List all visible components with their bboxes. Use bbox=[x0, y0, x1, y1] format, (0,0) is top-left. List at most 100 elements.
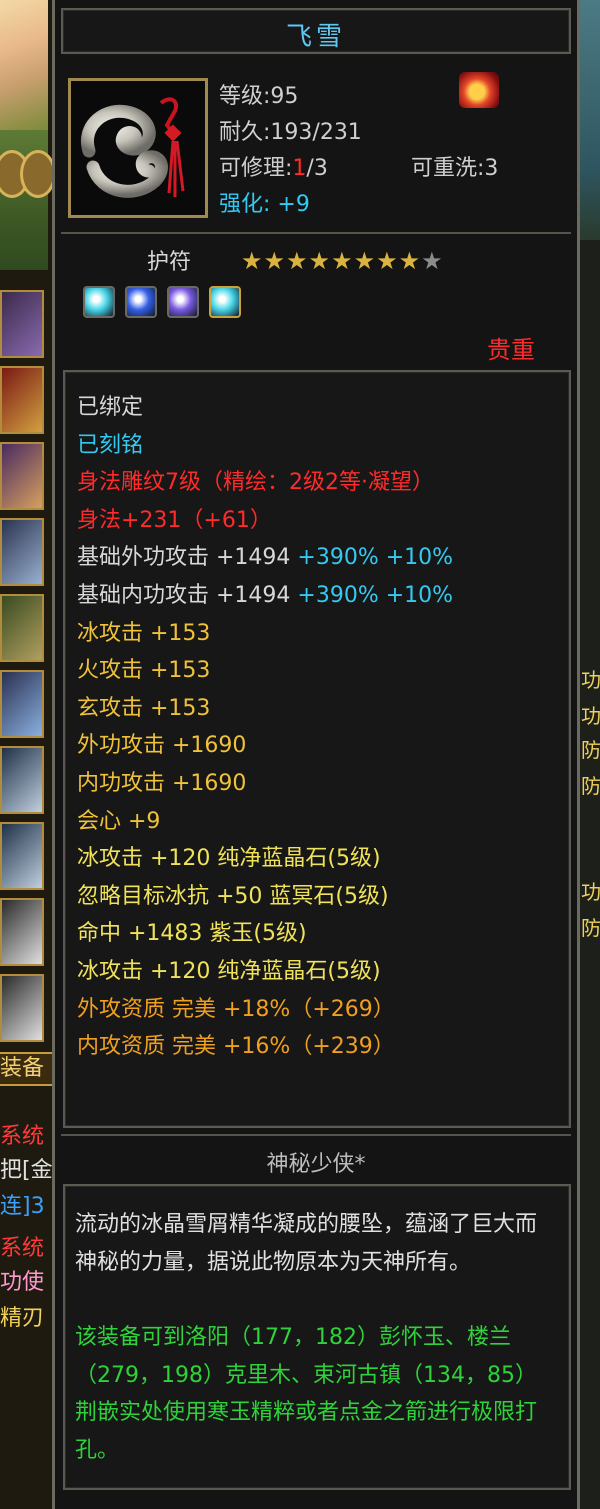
repair-max: /3 bbox=[306, 156, 328, 181]
attribute-line: 会心 +9 bbox=[77, 808, 160, 836]
quality-label: 贵重 bbox=[487, 336, 535, 364]
item-rewash: 可重洗:3 bbox=[411, 156, 499, 181]
attribute-panel: 已绑定已刻铭身法雕纹7级（精绘：2级2等·凝望） 身法+231（+61） 基础外功攻… bbox=[63, 370, 571, 1128]
repair-label: 可修理: bbox=[219, 156, 293, 181]
title-bar: 飞雪 bbox=[61, 8, 571, 54]
repair-current: 1 bbox=[292, 156, 307, 181]
attribute-line: 已刻铭 bbox=[77, 432, 143, 460]
jade-pendant-icon bbox=[81, 97, 185, 198]
attribute-line: 冰攻击 +120 纯净蓝晶石(5级) bbox=[77, 958, 381, 986]
right-fragment: 功 bbox=[581, 668, 600, 692]
equip-slot-ring[interactable] bbox=[0, 746, 44, 814]
description-title: 神秘少侠* bbox=[266, 1152, 366, 1177]
star-icon: ★ bbox=[376, 247, 399, 275]
attribute-line: 身法+231（+61） bbox=[77, 507, 272, 535]
right-scenery bbox=[580, 0, 600, 240]
attribute-line: 命中 +1483 紫玉(5级) bbox=[77, 920, 307, 948]
divider bbox=[61, 1134, 571, 1136]
chat-fragment: 把[金 bbox=[0, 1158, 53, 1183]
attribute-text: 冰攻击 +153 bbox=[77, 620, 211, 646]
attribute-text: 已绑定 bbox=[77, 395, 144, 420]
attribute-text: 身法雕纹7级（精绘：2级2等·凝望） bbox=[77, 470, 434, 496]
attribute-text: 命中 +1483 紫玉(5级) bbox=[77, 921, 307, 947]
socket-hint-text: 该装备可到洛阳（177，182）彭怀玉、楼兰（279，198）克里木、束河古镇（… bbox=[75, 1325, 538, 1463]
star-icon: ★ bbox=[263, 247, 287, 275]
attribute-line: 忽略目标冰抗 +50 蓝冥石(5级) bbox=[77, 883, 389, 911]
right-fragment: 防 bbox=[581, 916, 600, 940]
enhance-label: 强化: bbox=[219, 192, 271, 217]
star-icon: ★ bbox=[286, 247, 309, 275]
star-rating: ★★★★★★★★★ bbox=[241, 247, 444, 275]
attribute-text: 身法+231（+61） bbox=[77, 507, 272, 533]
divider bbox=[61, 232, 571, 234]
attribute-text: 基础内功攻击 +1494 bbox=[77, 583, 291, 608]
equip-slot-ring[interactable] bbox=[0, 822, 44, 890]
attribute-line: 火攻击 +153 bbox=[77, 657, 210, 685]
enhance-value: +9 bbox=[277, 192, 310, 217]
character-portrait[interactable] bbox=[0, 0, 48, 130]
item-category: 护符 bbox=[147, 250, 192, 275]
item-enhance: 强化: +9 bbox=[219, 186, 310, 218]
attribute-line: 内功攻击 +1690 bbox=[77, 770, 246, 798]
purple-jade-gem-icon bbox=[167, 286, 199, 318]
equip-slot-bracer[interactable] bbox=[0, 442, 44, 510]
attribute-text: 玄攻击 +153 bbox=[77, 695, 211, 721]
attribute-line: 冰攻击 +120 纯净蓝晶石(5级) bbox=[77, 845, 381, 873]
item-name: 飞雪 bbox=[285, 22, 346, 52]
sidebar-round-button[interactable] bbox=[20, 150, 56, 198]
equip-slot-shoulder[interactable] bbox=[0, 518, 44, 586]
attribute-text: 内功攻击 +1690 bbox=[77, 771, 247, 796]
equip-slot-hat[interactable] bbox=[0, 594, 44, 662]
right-fragment: 防 bbox=[581, 774, 600, 798]
blue-crystal-gem-icon bbox=[83, 286, 115, 318]
attribute-bonus: +390% +10% bbox=[290, 583, 454, 608]
description-panel: 流动的冰晶雪屑精华凝成的腰坠，蕴涵了巨大而神秘的力量，据说此物原本为天神所有。 … bbox=[63, 1184, 571, 1490]
star-icon: ★ bbox=[398, 247, 422, 275]
chat-fragment: 功使 bbox=[0, 1270, 45, 1295]
chat-fragment: 系统 bbox=[0, 1124, 45, 1149]
chat-fragment: 连]3 bbox=[0, 1194, 45, 1219]
attribute-text: 冰攻击 +120 纯净蓝晶石(5级) bbox=[77, 959, 381, 984]
attribute-text: 火攻击 +153 bbox=[77, 658, 211, 684]
attribute-line: 基础内功攻击 +1494 +390% +10% bbox=[77, 582, 453, 610]
equip-slot-amulet[interactable] bbox=[0, 974, 44, 1042]
chat-fragment: 系统 bbox=[0, 1236, 45, 1261]
item-icon bbox=[68, 78, 208, 218]
blue-sapphire-gem-icon bbox=[125, 286, 157, 318]
equip-slot-amulet[interactable] bbox=[0, 898, 44, 966]
chat-fragment: 精刃 bbox=[0, 1306, 45, 1331]
attribute-text: 忽略目标冰抗 +50 蓝冥石(5级) bbox=[77, 883, 389, 909]
flame-emblem-icon bbox=[459, 72, 499, 108]
right-fragment: 功 bbox=[581, 880, 600, 904]
equip-slot-belt[interactable] bbox=[0, 366, 44, 434]
item-repair: 可修理:1/3 bbox=[219, 150, 328, 182]
attribute-line: 基础外功攻击 +1494 +390% +10% bbox=[77, 544, 453, 572]
attribute-text: 冰攻击 +120 纯净蓝晶石(5级) bbox=[77, 846, 381, 872]
right-fragment: 防 bbox=[581, 738, 600, 762]
star-icon: ★ bbox=[353, 247, 377, 275]
blue-crystal-gem-icon bbox=[209, 286, 241, 318]
attribute-line: 内攻资质 完美 +16%（+239） bbox=[77, 1033, 395, 1061]
item-tooltip: 飞雪 等级:95 耐久:193/231 可修理:1/3 可重洗:3 强化: +9… bbox=[52, 0, 580, 1509]
star-icon: ★ bbox=[308, 247, 332, 275]
right-fragment: 功 bbox=[581, 704, 600, 728]
attribute-line: 已绑定 bbox=[77, 394, 143, 422]
star-icon: ★ bbox=[331, 247, 354, 275]
attribute-text: 会心 +9 bbox=[77, 808, 161, 834]
attribute-line: 外功攻击 +1690 bbox=[77, 732, 246, 760]
attribute-line: 身法雕纹7级（精绘：2级2等·凝望） bbox=[77, 469, 434, 497]
equip-slot-boots[interactable] bbox=[0, 670, 44, 738]
attribute-bonus: +390% +10% bbox=[290, 545, 454, 571]
star-icon: ★ bbox=[241, 247, 264, 275]
equip-tab[interactable]: 装备 bbox=[0, 1052, 52, 1086]
attribute-text: 内攻资质 完美 +16%（+239） bbox=[77, 1034, 395, 1060]
item-level: 等级:95 bbox=[219, 84, 299, 109]
item-durability: 耐久:193/231 bbox=[219, 120, 362, 145]
attribute-text: 已刻铭 bbox=[77, 432, 144, 458]
star-icon: ★ bbox=[421, 247, 444, 275]
lore-text: 流动的冰晶雪屑精华凝成的腰坠，蕴涵了巨大而神秘的力量，据说此物原本为天神所有。 bbox=[75, 1212, 538, 1275]
attribute-text: 基础外功攻击 +1494 bbox=[77, 545, 291, 571]
attribute-text: 外功攻击 +1690 bbox=[77, 733, 247, 759]
equip-slot-weapon[interactable] bbox=[0, 290, 44, 358]
attribute-line: 外攻资质 完美 +18%（+269） bbox=[77, 996, 395, 1024]
